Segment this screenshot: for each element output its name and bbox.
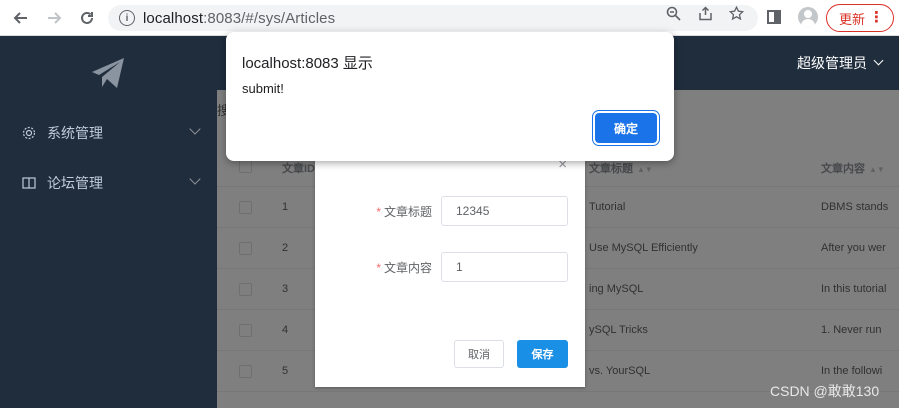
chevron-down-icon [189, 123, 201, 135]
form-row-title: * 文章标题 12345 [315, 196, 585, 226]
chevron-down-icon [189, 173, 201, 185]
form-row-content: * 文章内容 1 [315, 252, 585, 282]
sidebar-item-forum[interactable]: 论坛管理 [0, 158, 217, 208]
browser-alert-dialog: localhost:8083 显示 submit! 确定 [226, 32, 674, 161]
sidebar-item-label: 论坛管理 [47, 175, 103, 191]
profile-avatar[interactable] [798, 7, 818, 27]
title-field-label: * 文章标题 [376, 205, 432, 219]
csdn-watermark: CSDN @敢敢130 [770, 383, 880, 399]
zoom-icon[interactable] [664, 4, 682, 22]
user-menu[interactable]: 超级管理员 [797, 53, 867, 73]
update-label: 更新 [839, 11, 866, 27]
content-input[interactable]: 1 [441, 252, 568, 282]
book-icon [21, 175, 37, 191]
content-field-label: * 文章内容 [376, 261, 432, 275]
browser-toolbar: i localhost:8083/#/sys/Articles 更新 ⋮ [0, 0, 899, 36]
more-menu-icon[interactable]: ⋮ [869, 8, 884, 28]
alert-title: localhost:8083 显示 [242, 55, 373, 72]
gear-icon [21, 125, 37, 141]
cancel-button[interactable]: 取消 [454, 340, 504, 368]
share-icon[interactable] [696, 4, 714, 22]
reload-icon[interactable] [76, 7, 98, 29]
back-icon[interactable] [10, 7, 32, 29]
site-info-icon[interactable]: i [119, 10, 135, 26]
sidebar: 系统管理 论坛管理 [0, 36, 217, 408]
bookmark-star-icon[interactable] [727, 4, 745, 22]
update-button[interactable]: 更新 ⋮ [826, 4, 894, 32]
side-panel-icon[interactable] [767, 10, 781, 24]
chevron-down-icon [873, 55, 884, 66]
save-button[interactable]: 保存 [517, 340, 568, 368]
url-text: localhost:8083/#/sys/Articles [143, 9, 336, 27]
forward-icon[interactable] [43, 7, 65, 29]
sidebar-item-system[interactable]: 系统管理 [0, 108, 217, 158]
address-bar[interactable]: i localhost:8083/#/sys/Articles [108, 5, 758, 31]
sidebar-item-label: 系统管理 [47, 125, 103, 141]
title-input[interactable]: 12345 [441, 196, 568, 226]
alert-message: submit! [242, 81, 284, 96]
alert-ok-button[interactable]: 确定 [595, 113, 657, 143]
paper-plane-logo-icon [92, 58, 124, 88]
edit-article-dialog: × * 文章标题 12345 * 文章内容 1 取消 保存 [315, 150, 585, 387]
